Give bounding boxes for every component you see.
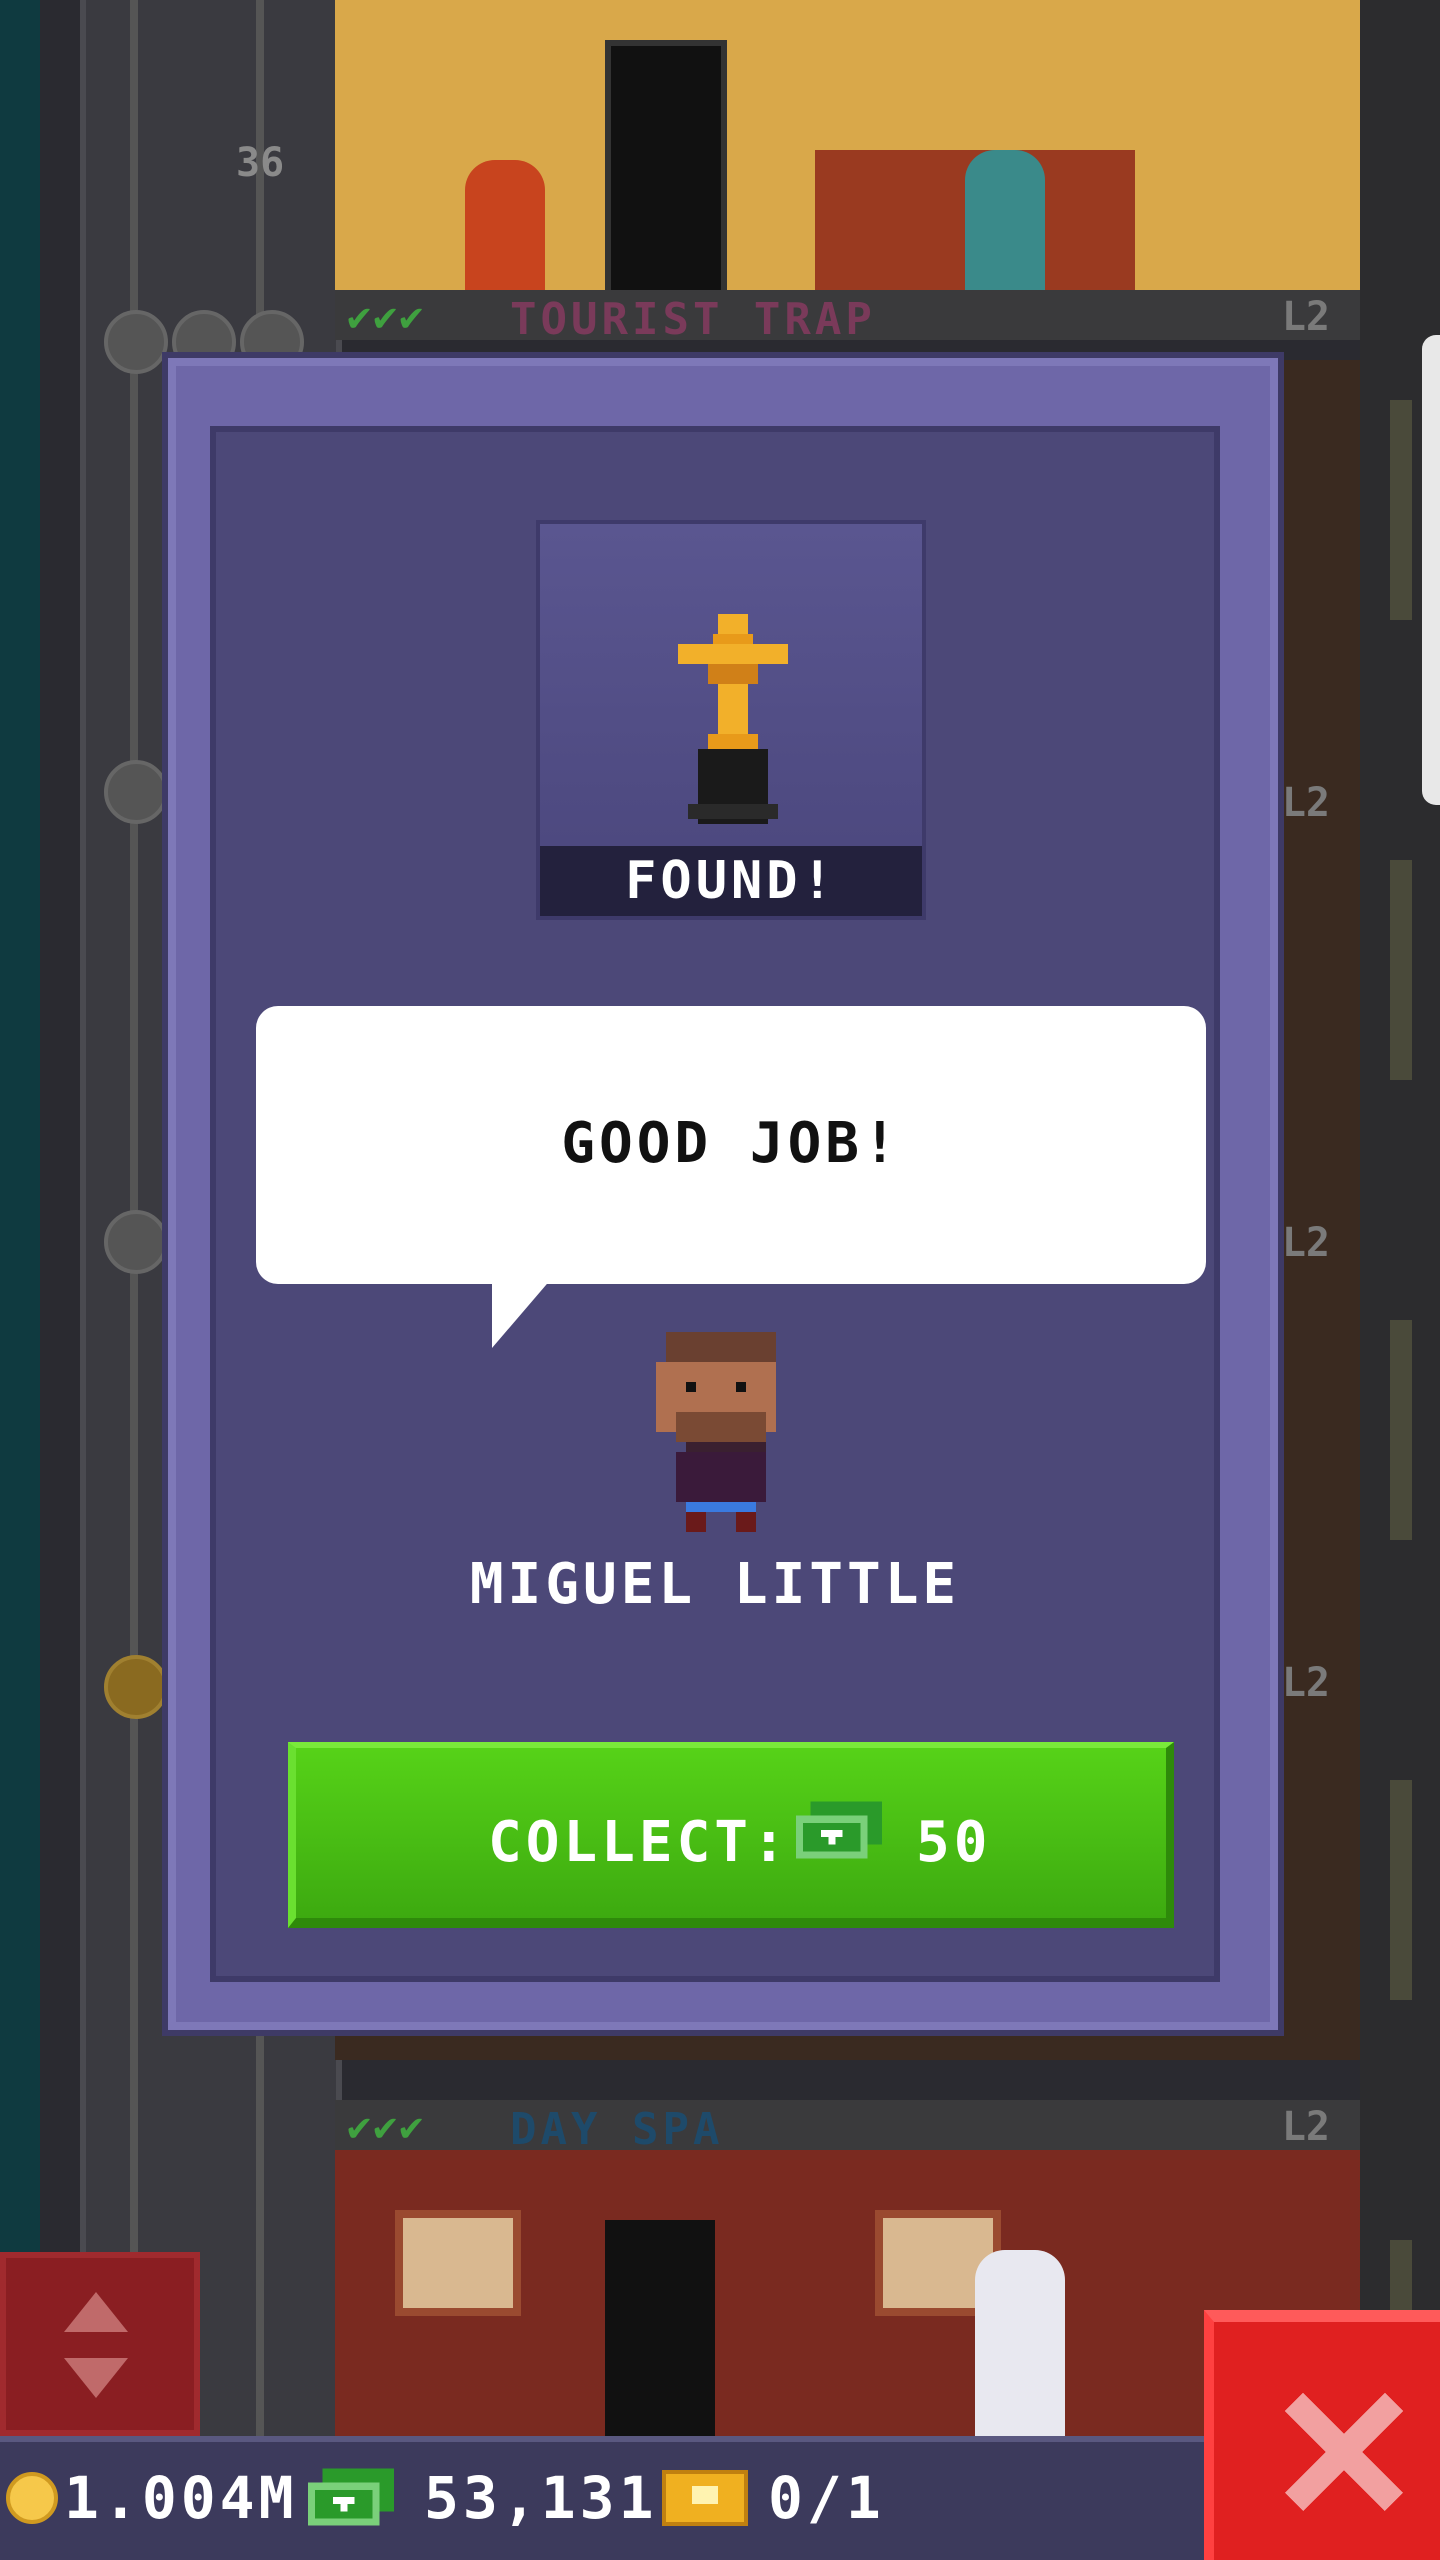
rating-star-icon: [104, 310, 168, 374]
floor-level: L2: [1281, 1220, 1330, 1266]
collect-button[interactable]: COLLECT: 50: [288, 1742, 1174, 1928]
coin-balance: 1.004M: [64, 2464, 298, 2532]
rating-star-icon: [104, 760, 168, 824]
rating-star-icon: [104, 1210, 168, 1274]
floor-level: L2: [1281, 2104, 1330, 2150]
doorway: [605, 40, 727, 302]
left-edge-strip: [0, 0, 40, 2560]
window-slot: [1390, 1780, 1412, 2000]
window-slot: [1390, 400, 1412, 620]
vip-found-dialog: FOUND! GOOD JOB! MIGUEL LITTLE COLLECT:: [168, 358, 1278, 2030]
ticket-count: 0/1: [768, 2464, 885, 2532]
bux-icon: [796, 1801, 882, 1859]
shopkeeper-character: [965, 150, 1045, 290]
floor-level: L2: [1281, 294, 1330, 340]
currency-bar: 1.004M 53,131 0/1: [0, 2436, 1210, 2560]
trophy-icon: [678, 614, 788, 824]
collect-amount: 50: [916, 1810, 992, 1875]
bux-balance: 53,131: [424, 2464, 658, 2532]
checkmarks-icon: ✔✔✔: [347, 294, 426, 340]
floor-label-bar: ✔✔✔ TOURIST TRAP L2: [335, 290, 1360, 345]
close-button[interactable]: [1204, 2310, 1440, 2560]
collect-label: COLLECT:: [488, 1810, 790, 1875]
elevator-button[interactable]: [0, 2252, 200, 2436]
floor-level: L2: [1281, 780, 1330, 826]
floor-tourist-trap[interactable]: ✔✔✔ TOURIST TRAP L2: [335, 0, 1360, 345]
spa-picture: [395, 2210, 521, 2316]
character-avatar: [656, 1332, 776, 1532]
speech-text: GOOD JOB!: [561, 1111, 901, 1176]
tourist-character: [465, 160, 545, 290]
window-slot: [1390, 1320, 1412, 1540]
bux-icon: [308, 2468, 394, 2526]
doorway: [605, 2220, 715, 2440]
gold-star-icon: [104, 1655, 168, 1719]
floor-title: DAY SPA: [510, 2104, 724, 2155]
side-menu-tab[interactable]: [1422, 335, 1440, 805]
arrow-down-icon: [64, 2358, 128, 2398]
found-banner: FOUND!: [540, 846, 922, 916]
close-icon: [1284, 2392, 1404, 2512]
room-interior: [335, 0, 1360, 302]
dialog-panel: FOUND! GOOD JOB! MIGUEL LITTLE COLLECT:: [210, 426, 1220, 1982]
floor-label-bar: ✔✔✔ DAY SPA L2: [335, 2100, 1360, 2155]
window-slot: [1390, 860, 1412, 1080]
spa-character: [975, 2250, 1065, 2440]
floor-title: TOURIST TRAP: [510, 294, 876, 345]
elevator-rail-left: [130, 0, 138, 2560]
found-item-card: FOUND!: [536, 520, 926, 920]
arrow-up-icon: [64, 2292, 128, 2332]
checkmarks-icon: ✔✔✔: [347, 2104, 426, 2150]
speech-bubble-tail: [492, 1278, 552, 1348]
character-name: MIGUEL LITTLE: [469, 1552, 961, 1617]
speech-bubble: GOOD JOB!: [256, 1006, 1206, 1348]
coin-icon: [6, 2472, 58, 2524]
golden-ticket-icon: [662, 2470, 748, 2526]
floor-number: 36: [236, 140, 285, 186]
floor-level: L2: [1281, 1660, 1330, 1706]
